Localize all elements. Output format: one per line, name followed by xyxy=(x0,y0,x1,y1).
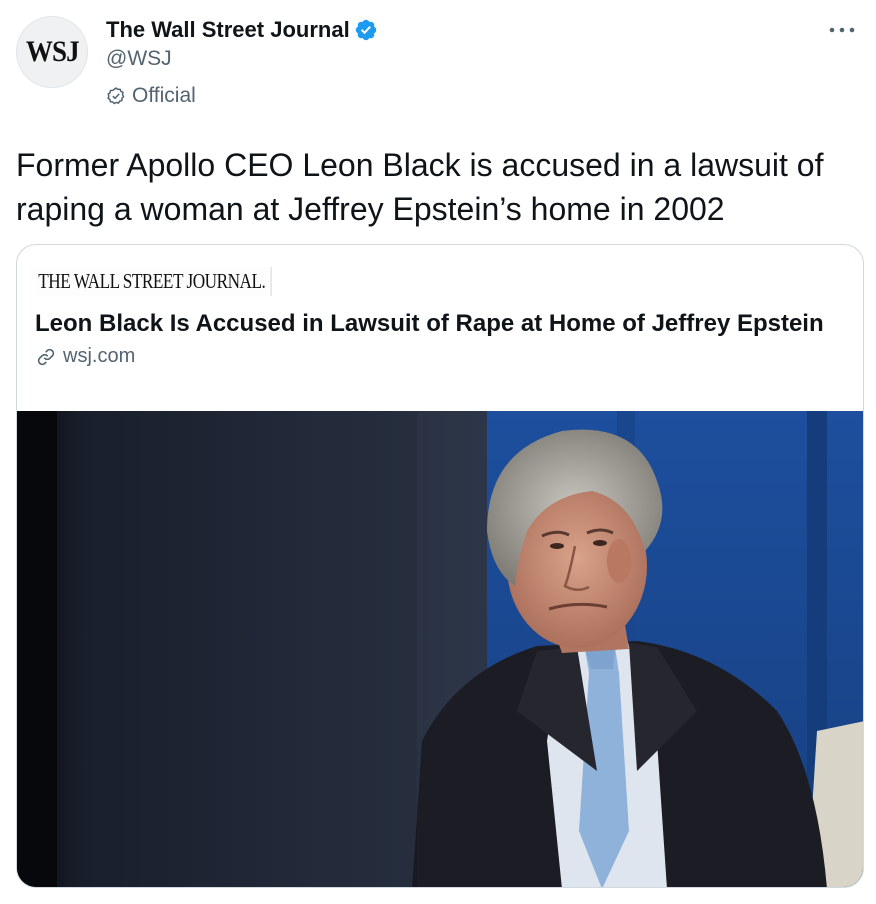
tweet-text: Former Apollo CEO Leon Black is accused … xyxy=(16,147,824,227)
publisher-masthead: THE WALL STREET JOURNAL. xyxy=(35,267,272,296)
link-icon xyxy=(37,348,55,365)
card-photo[interactable] xyxy=(17,411,864,888)
official-label: Official xyxy=(106,84,378,108)
link-card[interactable]: THE WALL STREET JOURNAL. Leon Black Is A… xyxy=(16,244,864,888)
card-domain: wsj.com xyxy=(63,345,136,367)
avatar-text: WSJ xyxy=(25,35,80,68)
name-row: The Wall Street Journal xyxy=(106,16,378,44)
official-label-icon xyxy=(107,87,125,105)
official-text: Official xyxy=(132,84,196,107)
more-options-icon xyxy=(829,27,855,33)
verified-badge-icon xyxy=(355,19,376,41)
avatar[interactable]: WSJ xyxy=(16,16,88,88)
card-header: THE WALL STREET JOURNAL. Leon Black Is A… xyxy=(17,245,863,411)
account-handle[interactable]: @WSJ xyxy=(106,47,378,71)
card-headline[interactable]: Leon Black Is Accused in Lawsuit of Rape… xyxy=(35,308,835,339)
tweet-header: The Wall Street Journal @WSJ Official xyxy=(106,16,378,108)
account-name[interactable]: The Wall Street Journal xyxy=(106,17,350,43)
more-options-button[interactable] xyxy=(824,16,860,44)
card-domain-row: wsj.com xyxy=(35,345,845,368)
